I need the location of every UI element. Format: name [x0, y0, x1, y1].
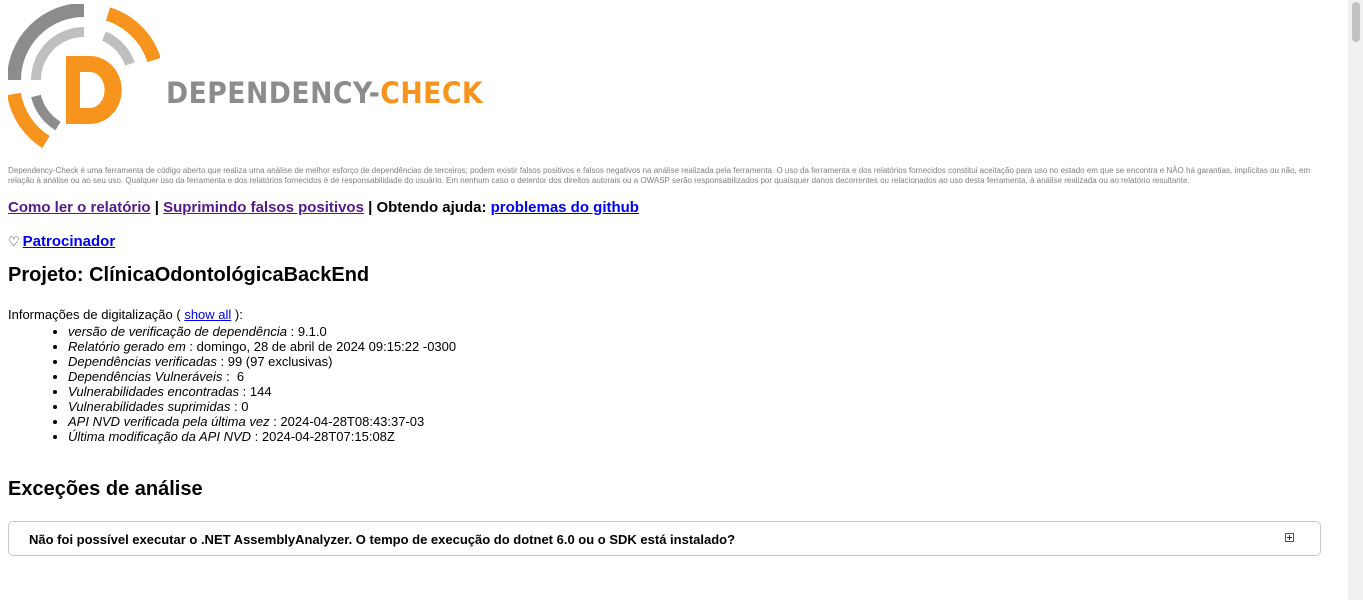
vertical-scrollbar[interactable] [1348, 0, 1363, 600]
list-item: Vulnerabilidades encontradas : 144 [68, 384, 1343, 399]
logo-header: DEPENDENCY-CHECK [8, 0, 1343, 160]
report-page: DEPENDENCY-CHECK Dependency-Check é uma … [8, 0, 1343, 556]
github-issues-link[interactable]: problemas do github [491, 199, 639, 216]
how-to-read-link[interactable]: Como ler o relatório [8, 199, 151, 216]
info-value: : 0 [230, 399, 249, 414]
dependency-check-logo-icon [8, 4, 160, 148]
sponsor-row: ♡ Patrocinador [8, 233, 1343, 250]
logo-wordmark: DEPENDENCY-CHECK [166, 76, 483, 110]
scan-info-suffix: ): [231, 307, 243, 322]
info-value: : domingo, 28 de abril de 2024 09:15:22 … [185, 339, 457, 354]
info-label: Dependências verificadas [68, 354, 217, 369]
exception-message: Não foi possível executar o .NET Assembl… [29, 532, 736, 547]
info-value: : 6 [222, 369, 245, 384]
expand-plus-icon[interactable] [1285, 533, 1294, 542]
info-label: versão de verificação de dependência [68, 324, 287, 339]
scan-info-prefix: Informações de digitalização ( [8, 307, 185, 322]
list-item: Vulnerabilidades suprimidas : 0 [68, 399, 1343, 414]
info-label: Vulnerabilidades suprimidas [68, 399, 231, 414]
disclaimer-text: Dependency-Check é uma ferramenta de cód… [8, 166, 1311, 185]
info-label: Relatório gerado em [68, 339, 186, 354]
list-item: Última modificação da API NVD : 2024-04-… [68, 429, 1343, 444]
list-item: Dependências Vulneráveis : 6 [68, 369, 1343, 384]
sponsor-link[interactable]: Patrocinador [23, 233, 116, 250]
info-value: : 2024-04-28T08:43:37-03 [269, 414, 425, 429]
list-item: Relatório gerado em : domingo, 28 de abr… [68, 339, 1343, 354]
scan-info-list: versão de verificação de dependência : 9… [8, 324, 1343, 444]
exception-panel[interactable]: Não foi possível executar o .NET Assembl… [8, 521, 1321, 556]
info-label: API NVD verificada pela última vez [68, 414, 270, 429]
analysis-exceptions-heading: Exceções de análise [8, 478, 203, 500]
info-label: Dependências Vulneráveis [68, 369, 223, 384]
list-item: API NVD verificada pela última vez : 202… [68, 414, 1343, 429]
info-value: : 144 [239, 384, 272, 399]
list-item: Dependências verificadas : 99 (97 exclus… [68, 354, 1343, 369]
logo-text-check: CHECK [380, 76, 483, 110]
heart-icon: ♡ [8, 233, 20, 249]
suppress-false-positives-link[interactable]: Suprimindo falsos positivos [163, 199, 364, 216]
scan-info-heading: Informações de digitalização ( show all … [8, 307, 1343, 322]
info-value: : 2024-04-28T07:15:08Z [251, 429, 395, 444]
help-links: Como ler o relatório | Suprimindo falsos… [8, 199, 1343, 216]
info-label: Vulnerabilidades encontradas [68, 384, 240, 399]
project-title: Projeto: ClínicaOdontológicaBackEnd [8, 264, 370, 286]
info-value: : 9.1.0 [286, 324, 327, 339]
info-value: : 99 (97 exclusivas) [216, 354, 333, 369]
scrollbar-thumb[interactable] [1352, 2, 1360, 42]
show-all-link[interactable]: show all [184, 307, 231, 322]
info-label: Última modificação da API NVD [68, 429, 252, 444]
logo-text-dependency: DEPENDENCY- [166, 76, 381, 110]
list-item: versão de verificação de dependência : 9… [68, 324, 1343, 339]
getting-help-label: | Obtendo ajuda: [363, 199, 491, 216]
link-separator: | [150, 199, 164, 216]
